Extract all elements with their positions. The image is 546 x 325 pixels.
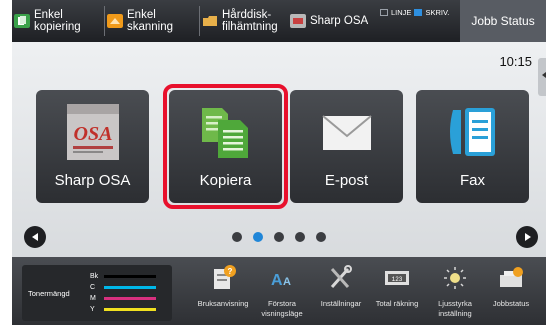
page-dot[interactable] — [316, 232, 326, 242]
toner-bar-m — [104, 297, 156, 300]
brightness-button[interactable]: Ljusstyrka inställning — [428, 257, 482, 325]
side-panel-tab[interactable] — [538, 58, 546, 96]
brightness-icon — [444, 267, 466, 289]
svg-text:OSA: OSA — [73, 123, 112, 145]
divider — [199, 6, 200, 36]
page-indicator — [232, 232, 326, 242]
toner-bar-y — [104, 308, 156, 311]
print-indicator-label: SKRIV. — [425, 8, 450, 17]
page-dot-active[interactable] — [253, 232, 263, 242]
manual-button[interactable]: ? Bruksanvisning — [196, 257, 250, 325]
manual-icon: ? — [214, 265, 236, 289]
print-indicator-icon — [414, 9, 423, 16]
tile-sharp-osa[interactable]: OSA Sharp OSA — [36, 90, 149, 203]
tile-email[interactable]: E-post — [290, 90, 403, 203]
tile-fax-label: Fax — [459, 172, 485, 189]
osa-icon — [290, 14, 306, 28]
job-status-shortcut[interactable]: Jobbstatus — [484, 257, 538, 325]
job-status-label: Jobb Status — [471, 14, 535, 28]
toner-row-bk: Bk — [90, 273, 156, 280]
osa-logo-icon: OSA — [66, 104, 119, 160]
previous-page-button[interactable] — [24, 226, 46, 248]
toner-row-y: Y — [90, 306, 156, 313]
scan-icon — [107, 14, 123, 28]
svg-text:?: ? — [228, 267, 233, 276]
top-bar: Enkel kopiering Enkel skanning Hårddisk-… — [12, 0, 546, 42]
counter-icon: 123 — [385, 271, 409, 285]
easy-copy-label: Enkel kopiering — [34, 9, 81, 33]
line-indicator-icon — [380, 9, 388, 16]
hdd-retrieve-shortcut[interactable]: Hårddisk- filhämtning — [202, 0, 294, 42]
enlarge-display-button[interactable]: A A Förstora visningsläge — [255, 257, 309, 325]
envelope-icon — [321, 115, 372, 150]
settings-button[interactable]: Inställningar — [314, 257, 368, 325]
tile-sharp-osa-label: Sharp OSA — [54, 172, 131, 189]
easy-scan-shortcut[interactable]: Enkel skanning — [107, 0, 199, 42]
toner-bar-bk — [104, 275, 156, 278]
home-screen: 10:15 OSA Sharp OSA Kopiera E-post Fax — [12, 42, 546, 257]
enlarge-display-label: Förstora visningsläge — [261, 299, 303, 318]
total-count-button[interactable]: 123 Total räkning — [370, 257, 424, 325]
toner-level-panel: Tonermängd Bk C M Y — [22, 265, 172, 321]
svg-text:A: A — [271, 272, 283, 289]
total-count-label: Total räkning — [375, 299, 419, 308]
toner-name: Bk — [90, 273, 99, 280]
toner-label: Tonermängd — [28, 289, 70, 298]
folder-icon — [203, 16, 217, 26]
job-status-shortcut-label: Jobbstatus — [492, 299, 530, 308]
svg-text:123: 123 — [392, 276, 403, 283]
next-page-button[interactable] — [516, 226, 538, 248]
toner-row-m: M — [90, 295, 156, 302]
sharp-osa-label: Sharp OSA — [310, 15, 369, 27]
page-dot[interactable] — [274, 232, 284, 242]
clock: 10:15 — [499, 54, 532, 69]
divider — [104, 6, 105, 36]
sharp-osa-shortcut[interactable]: Sharp OSA — [290, 0, 380, 42]
fax-phone-icon — [449, 108, 495, 156]
easy-copy-shortcut[interactable]: Enkel kopiering — [12, 0, 102, 42]
toner-name: C — [90, 284, 96, 291]
status-indicators: LINJE SKRIV. — [380, 8, 449, 17]
svg-text:A: A — [283, 276, 291, 288]
tools-icon — [330, 265, 352, 288]
toner-name: M — [90, 295, 96, 302]
toner-name: Y — [90, 306, 95, 313]
toner-bar-c — [104, 286, 156, 289]
selection-highlight — [163, 84, 288, 209]
hdd-retrieve-label: Hårddisk- filhämtning — [222, 9, 278, 33]
line-indicator-label: LINJE — [391, 8, 412, 17]
enlarge-text-icon: A A — [271, 272, 291, 289]
toner-row-c: C — [90, 284, 156, 291]
page-dot[interactable] — [232, 232, 242, 242]
manual-label: Bruksanvisning — [197, 299, 249, 308]
tile-fax[interactable]: Fax — [416, 90, 529, 203]
tile-email-label: E-post — [324, 172, 369, 189]
job-status-button[interactable]: Jobb Status — [460, 0, 546, 42]
page-dot[interactable] — [295, 232, 305, 242]
easy-scan-label: Enkel skanning — [127, 9, 174, 33]
copy-icon — [14, 14, 30, 28]
bottom-bar: Tonermängd Bk C M Y ? Bruksanvisning A A… — [12, 257, 546, 325]
job-status-icon — [500, 267, 523, 287]
